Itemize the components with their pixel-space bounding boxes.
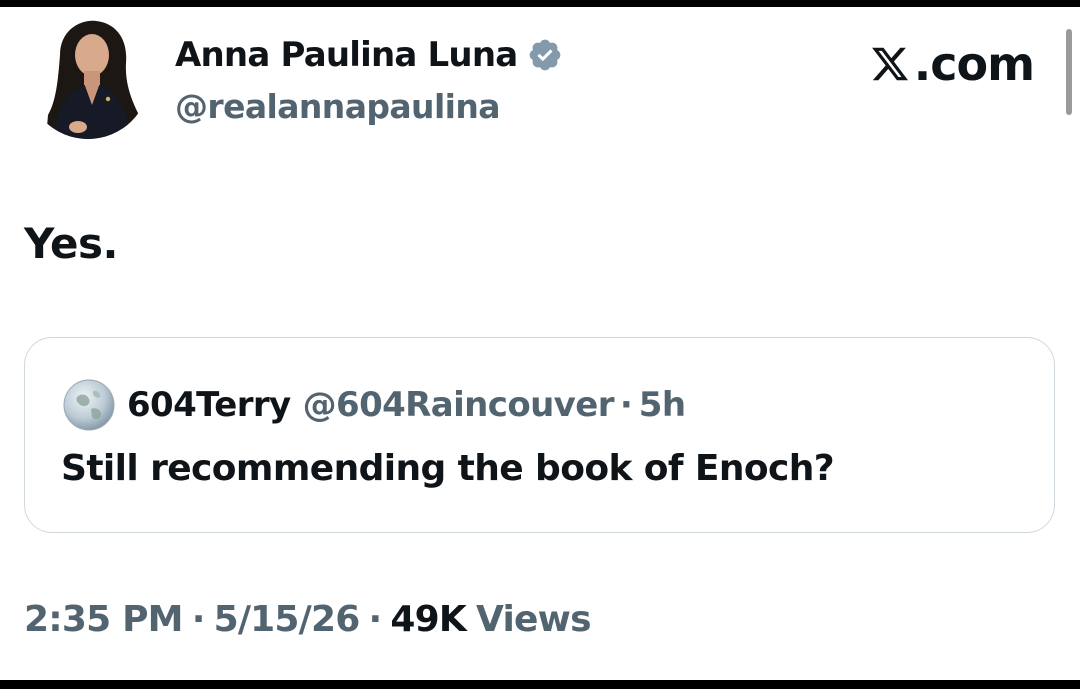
verified-badge-icon — [527, 37, 563, 73]
meta-separator: · — [368, 599, 383, 640]
quoted-tweet-text: Still recommending the book of Enoch? — [61, 448, 835, 489]
author-name[interactable]: Anna Paulina Luna — [175, 35, 518, 75]
tweet-text: Yes. — [24, 219, 119, 268]
author-handle[interactable]: @realannapaulina — [175, 87, 501, 126]
quoted-author-avatar[interactable] — [63, 379, 115, 431]
views-count: 49K — [390, 599, 467, 640]
tweet-meta: 2:35 PM · 5/15/26 · 49K Views — [24, 599, 592, 640]
quoted-author-name[interactable]: 604Terry — [127, 385, 291, 425]
meta-separator: · — [191, 599, 206, 640]
author-avatar[interactable] — [26, 15, 150, 139]
quoted-author-handle[interactable]: @604Raincouver — [303, 385, 615, 425]
quoted-timestamp[interactable]: 5h — [639, 385, 686, 425]
author-name-row[interactable]: Anna Paulina Luna — [175, 33, 563, 77]
x-logo-icon — [870, 44, 910, 84]
brand-watermark: .com — [870, 37, 1035, 91]
views-label: Views — [476, 599, 591, 640]
bottom-border — [0, 680, 1080, 689]
quoted-separator: · — [619, 385, 633, 425]
brand-label: .com — [913, 37, 1035, 91]
tweet-screenshot: Anna Paulina Luna @realannapaulina .com … — [0, 7, 1080, 680]
tweet-date[interactable]: 5/15/26 — [214, 599, 361, 640]
scrollbar[interactable] — [1066, 29, 1072, 115]
tweet-time[interactable]: 2:35 PM — [24, 599, 183, 640]
quoted-tweet-header: 604Terry @604Raincouver · 5h — [63, 378, 686, 432]
quoted-tweet-card[interactable]: 604Terry @604Raincouver · 5h Still recom… — [24, 337, 1055, 533]
